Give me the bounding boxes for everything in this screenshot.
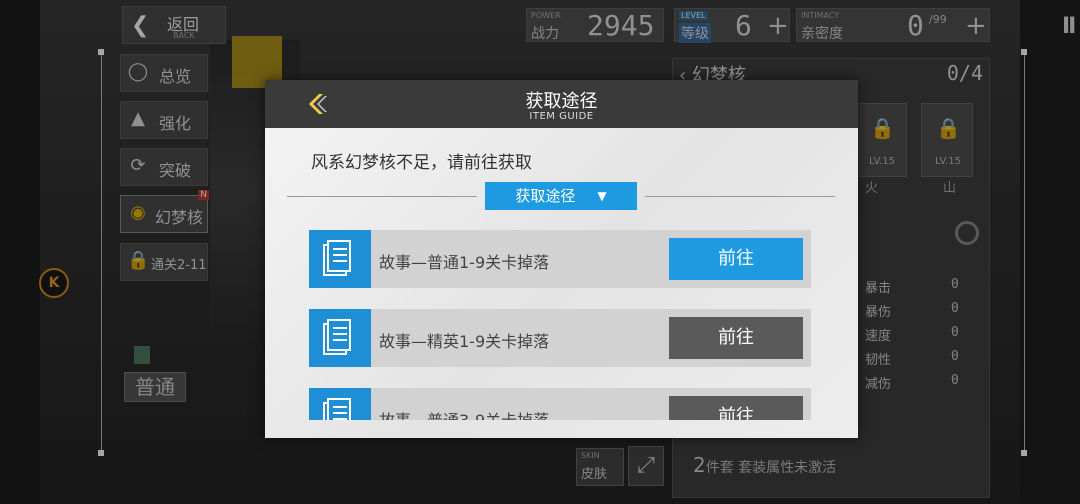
source-text: 故事—精英1-9关卡掉落 [379,332,550,351]
document-icon [309,388,371,420]
doc-line [333,327,347,329]
document-icon-front [327,240,351,272]
document-icon-front [327,398,351,420]
go-button[interactable]: 前往 [669,238,803,280]
item-guide-dialog: 获取途径 ITEM GUIDE 风系幻梦核不足，请前往获取 获取途径 ▼ 故事—… [265,80,858,438]
divider-right [645,196,835,197]
document-icon [309,230,371,288]
source-dropdown-label: 获取途径 [515,187,576,205]
doc-line [333,333,347,335]
doc-line [333,406,347,408]
doc-line [333,412,347,414]
source-text: 故事—普通3-9关卡掉落 [379,407,549,420]
source-dropdown[interactable]: 获取途径 ▼ [485,182,637,210]
go-button[interactable]: 前往 [669,396,803,420]
dialog-subtitle: ITEM GUIDE [529,111,594,122]
dialog-title: 获取途径 [525,91,598,112]
game-screen: ❮ 返回 BACK POWER 战力 2945 LEVEL 等级 6 + INT… [0,0,1080,504]
document-icon-front [327,319,351,351]
source-text: 故事—普通1-9关卡掉落 [379,253,550,272]
source-list[interactable]: 故事—普通1-9关卡掉落 前往 故事—精英1-9关卡掉落 前往 前往 [265,230,858,420]
source-row: 故事—普通3-9关卡掉落 前往 [309,388,811,420]
divider-left [287,196,477,197]
dialog-body: 风系幻梦核不足，请前往获取 获取途径 ▼ 故事—普通1-9关卡掉落 前往 故事—… [265,128,858,438]
document-icon [309,309,371,367]
shortage-message: 风系幻梦核不足，请前往获取 [311,153,532,173]
doc-line [333,254,347,256]
source-row: 故事—精英1-9关卡掉落 前往 [309,309,811,367]
dialog-header: 获取途径 ITEM GUIDE [265,80,858,128]
go-button[interactable]: 前往 [669,317,803,359]
doc-line [333,248,347,250]
source-row: 故事—普通1-9关卡掉落 前往 [309,230,811,288]
doc-line [333,339,347,341]
chevron-down-icon: ▼ [597,189,607,203]
doc-line [333,418,347,420]
doc-line [333,260,347,262]
